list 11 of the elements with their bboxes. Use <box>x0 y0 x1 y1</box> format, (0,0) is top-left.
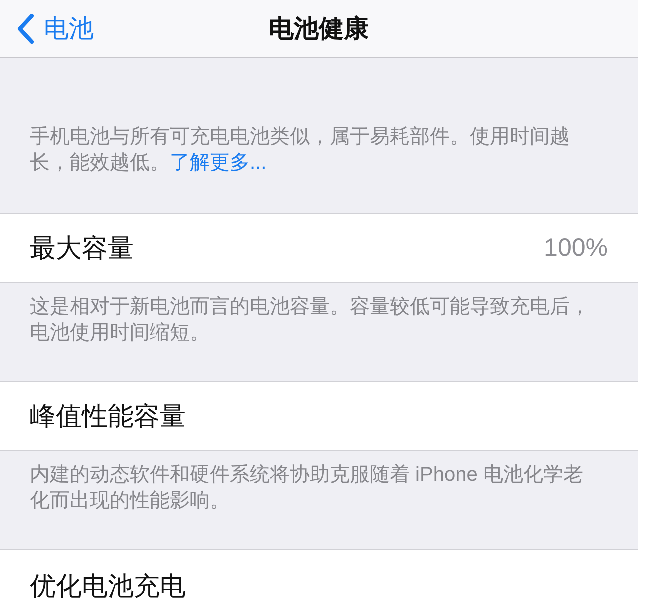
chevron-left-icon <box>17 14 35 44</box>
row-value: 100% <box>544 233 608 264</box>
page-title: 电池健康 <box>269 14 369 44</box>
row-label: 峰值性能容量 <box>30 400 186 432</box>
back-button[interactable]: 电池 <box>17 12 94 44</box>
footnote-text: 内建的动态软件和硬件系统将协助克服随着 iPhone 电池化学老化而出现的性能影响。 <box>30 463 584 514</box>
row-label: 优化电池充电 <box>30 570 186 601</box>
footnote-text: 这是相对于新电池而言的电池容量。容量较低可能导致充电后，电池使用时间缩短。 <box>30 295 591 346</box>
learn-more-link[interactable]: 了解更多... <box>170 152 267 174</box>
row-label: 最大容量 <box>30 232 134 264</box>
footnote-text: 手机电池与所有可充电电池类似，属于易耗部件。使用时间越长，能效越低。了解更多... <box>30 125 571 176</box>
